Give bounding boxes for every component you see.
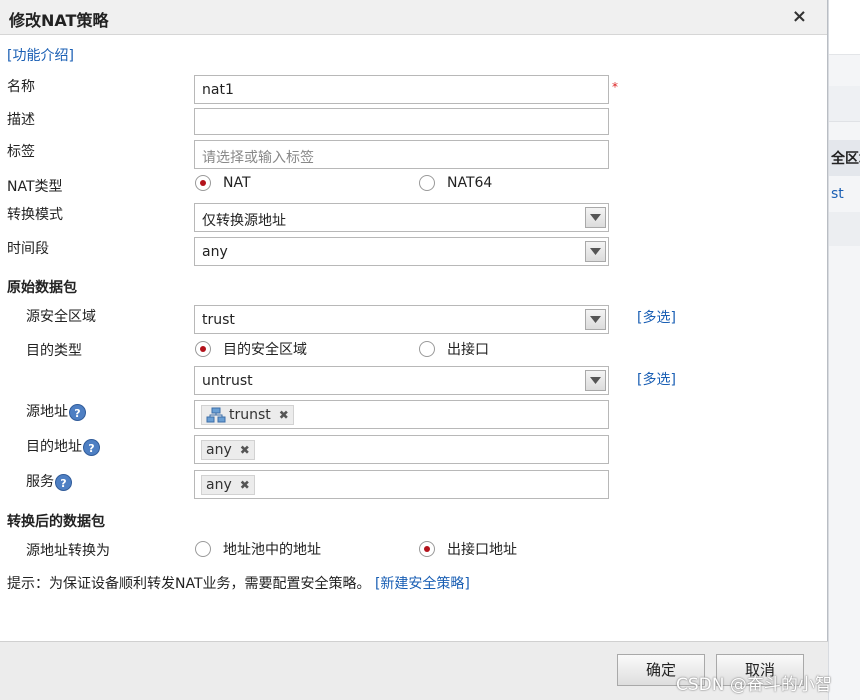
radio-unselected-icon: [195, 541, 211, 557]
help-icon[interactable]: ?: [69, 403, 86, 421]
source-address-label-text: 源地址: [26, 404, 68, 420]
network-icon: [206, 407, 226, 423]
service-label: 服务?: [26, 471, 72, 491]
help-icon[interactable]: ?: [83, 438, 100, 456]
source-translate-label: 源地址转换为: [26, 543, 110, 559]
destination-address-label: 目的地址?: [26, 436, 100, 456]
address-tag-label: trunst: [229, 407, 271, 423]
name-label: 名称: [7, 79, 35, 95]
background-column-header: 全区域: [829, 140, 860, 176]
name-input[interactable]: nat1: [194, 75, 609, 104]
chevron-down-icon[interactable]: [585, 309, 606, 330]
radio-nat-label: NAT: [223, 175, 251, 191]
name-value: nat1: [202, 82, 234, 98]
dialog-titlebar[interactable]: 修改NAT策略 ×: [0, 0, 827, 35]
schedule-label: 时间段: [7, 241, 49, 257]
chevron-down-icon[interactable]: [585, 370, 606, 391]
translation-mode-label: 转换模式: [7, 207, 63, 223]
radio-outbound-interface-label: 出接口: [447, 342, 489, 358]
new-security-policy-link[interactable]: [新建安全策略]: [375, 576, 470, 592]
service-tag-label: any: [206, 477, 232, 493]
destination-zone-value: untrust: [202, 373, 253, 389]
radio-address-pool[interactable]: 地址池中的地址: [195, 539, 321, 559]
source-address-label: 源地址?: [26, 401, 86, 421]
radio-unselected-icon: [419, 341, 435, 357]
watermark: CSDN @奋斗的小智: [676, 675, 832, 695]
close-icon[interactable]: ×: [792, 6, 807, 27]
description-input[interactable]: [194, 108, 609, 135]
chevron-down-icon[interactable]: [585, 207, 606, 228]
destination-type-label: 目的类型: [26, 343, 82, 359]
background-row: [829, 86, 860, 122]
radio-nat64[interactable]: NAT64: [419, 175, 492, 191]
source-zone-multiselect-link[interactable]: [多选]: [637, 307, 676, 327]
background-toolbar: [829, 0, 860, 55]
dialog-title: 修改NAT策略: [9, 11, 109, 30]
remove-tag-icon[interactable]: ✖: [240, 443, 250, 457]
hint-text-body: 提示：为保证设备顺利转发NAT业务，需要配置安全策略。: [7, 576, 371, 592]
radio-selected-icon: [195, 175, 211, 191]
background-link[interactable]: st: [831, 186, 844, 202]
radio-nat[interactable]: NAT: [195, 175, 251, 191]
translation-mode-value: 仅转换源地址: [202, 213, 286, 229]
tags-placeholder: 请选择或输入标签: [202, 150, 314, 166]
hint-text: 提示：为保证设备顺利转发NAT业务，需要配置安全策略。 [新建安全策略]: [7, 573, 470, 593]
address-tag: any ✖: [201, 440, 255, 460]
translated-packet-section-title: 转换后的数据包: [7, 514, 105, 530]
source-zone-value: trust: [202, 312, 235, 328]
tags-label: 标签: [7, 144, 35, 160]
source-address-input[interactable]: trunst ✖: [194, 400, 609, 429]
radio-address-pool-label: 地址池中的地址: [223, 542, 321, 558]
radio-outbound-interface-address-label: 出接口地址: [447, 542, 517, 558]
destination-address-input[interactable]: any ✖: [194, 435, 609, 464]
description-label: 描述: [7, 112, 35, 128]
radio-selected-icon: [419, 541, 435, 557]
background-page: 全区域 st: [828, 0, 860, 700]
remove-tag-icon[interactable]: ✖: [279, 408, 289, 422]
service-label-text: 服务: [26, 474, 54, 490]
radio-destination-zone[interactable]: 目的安全区域: [195, 339, 307, 359]
translation-mode-select[interactable]: 仅转换源地址: [194, 203, 609, 232]
feature-intro-link[interactable]: [功能介绍]: [7, 45, 74, 65]
required-mark: *: [612, 80, 618, 94]
nat-type-label: NAT类型: [7, 179, 63, 195]
chevron-down-icon[interactable]: [585, 241, 606, 262]
help-icon[interactable]: ?: [55, 473, 72, 491]
destination-zone-multiselect-link[interactable]: [多选]: [637, 369, 676, 389]
service-input[interactable]: any ✖: [194, 470, 609, 499]
radio-selected-icon: [195, 341, 211, 357]
edit-nat-policy-dialog: 修改NAT策略 × [功能介绍] 名称 nat1 * 描述 标签 请选择或输入标…: [0, 0, 828, 700]
destination-address-label-text: 目的地址: [26, 439, 82, 455]
radio-unselected-icon: [419, 175, 435, 191]
background-row: [829, 212, 860, 246]
radio-destination-zone-label: 目的安全区域: [223, 342, 307, 358]
service-tag: any ✖: [201, 475, 255, 495]
radio-nat64-label: NAT64: [447, 175, 493, 191]
tags-input[interactable]: 请选择或输入标签: [194, 140, 609, 169]
original-packet-section-title: 原始数据包: [7, 280, 77, 296]
source-zone-select[interactable]: trust: [194, 305, 609, 334]
schedule-select[interactable]: any: [194, 237, 609, 266]
radio-outbound-interface[interactable]: 出接口: [419, 339, 489, 359]
address-tag: trunst ✖: [201, 405, 294, 425]
remove-tag-icon[interactable]: ✖: [240, 478, 250, 492]
source-zone-label: 源安全区域: [26, 309, 96, 325]
radio-outbound-interface-address[interactable]: 出接口地址: [419, 539, 517, 559]
schedule-value: any: [202, 244, 228, 260]
destination-zone-select[interactable]: untrust: [194, 366, 609, 395]
address-tag-label: any: [206, 442, 232, 458]
